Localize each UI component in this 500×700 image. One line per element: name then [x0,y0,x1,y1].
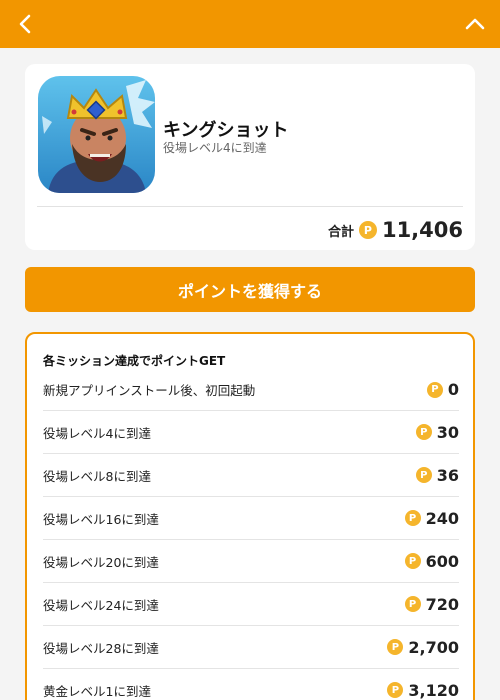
divider [37,206,463,207]
mission-row: 新規アプリインストール後、初回起動 P 0 [43,369,459,411]
mission-points: P 2,700 [387,638,459,657]
mission-row: 役場レベル16に到達 P 240 [43,497,459,540]
top-bar [0,0,500,48]
mission-label: 役場レベル8に到達 [43,468,151,484]
mission-points: P 30 [415,422,459,442]
mission-row: 役場レベル8に到達 P 36 [43,454,459,497]
app-card: キングショット 役場レベル4に到達 合計 P 11,406 [25,64,475,250]
mission-label: 役場レベル28に到達 [43,640,159,656]
mission-value: 30 [436,422,459,442]
mission-value: 36 [436,465,459,485]
mission-row: 役場レベル4に到達 P 30 [43,411,459,454]
mission-value: 240 [425,508,459,528]
point-coin-icon: P [415,424,432,440]
mission-value: 3,120 [408,680,459,700]
point-coin-icon: P [387,682,404,698]
total-label: 合計 [327,224,354,240]
mission-label: 役場レベル16に到達 [43,511,159,527]
chevron-left-icon [19,14,31,34]
point-coin-icon: P [387,639,404,655]
mission-row: 役場レベル24に到達 P 720 [43,583,459,626]
point-coin-icon: P [404,553,421,569]
mission-value: 0 [447,380,459,399]
chevron-up-icon [465,18,485,30]
mission-header: 各ミッション達成でポイントGET [43,354,226,368]
app-icon[interactable] [38,76,155,193]
total-value: 11,406 [381,218,463,242]
mission-points: P 36 [415,465,459,485]
collapse-button[interactable] [462,12,488,36]
mission-points: P 240 [404,508,459,528]
mission-row: 役場レベル20に到達 P 600 [43,540,459,583]
mission-label: 新規アプリインストール後、初回起動 [43,383,256,398]
mission-points: P 600 [404,551,459,571]
app-subtitle: 役場レベル4に到達 [163,141,267,155]
mission-row: 黄金レベル1に到達 P 3,120 [43,669,459,700]
point-coin-icon: P [358,221,377,239]
king-avatar-icon [38,76,155,193]
back-button[interactable] [14,12,36,36]
point-coin-icon: P [415,467,432,483]
get-points-button[interactable]: ポイントを獲得する [25,267,475,312]
mission-list: 新規アプリインストール後、初回起動 P 0 役場レベル4に到達 P 30 役場レ… [43,369,459,700]
mission-list-box: 各ミッション達成でポイントGET 新規アプリインストール後、初回起動 P 0 役… [25,332,475,700]
total-points: 合計 P 11,406 [328,216,463,244]
mission-value: 720 [425,594,459,614]
point-coin-icon: P [404,596,421,612]
mission-label: 黄金レベル1に到達 [43,683,151,699]
mission-label: 役場レベル4に到達 [43,425,151,441]
point-coin-icon: P [404,510,421,526]
mission-value: 600 [425,551,459,571]
point-coin-icon: P [426,381,443,398]
mission-points: P 720 [404,594,459,614]
mission-label: 役場レベル20に到達 [43,554,159,570]
mission-value: 2,700 [408,637,459,657]
mission-points: P 3,120 [387,681,459,700]
mission-row: 役場レベル28に到達 P 2,700 [43,626,459,669]
mission-label: 役場レベル24に到達 [43,597,159,613]
mission-points: P 0 [426,380,459,399]
